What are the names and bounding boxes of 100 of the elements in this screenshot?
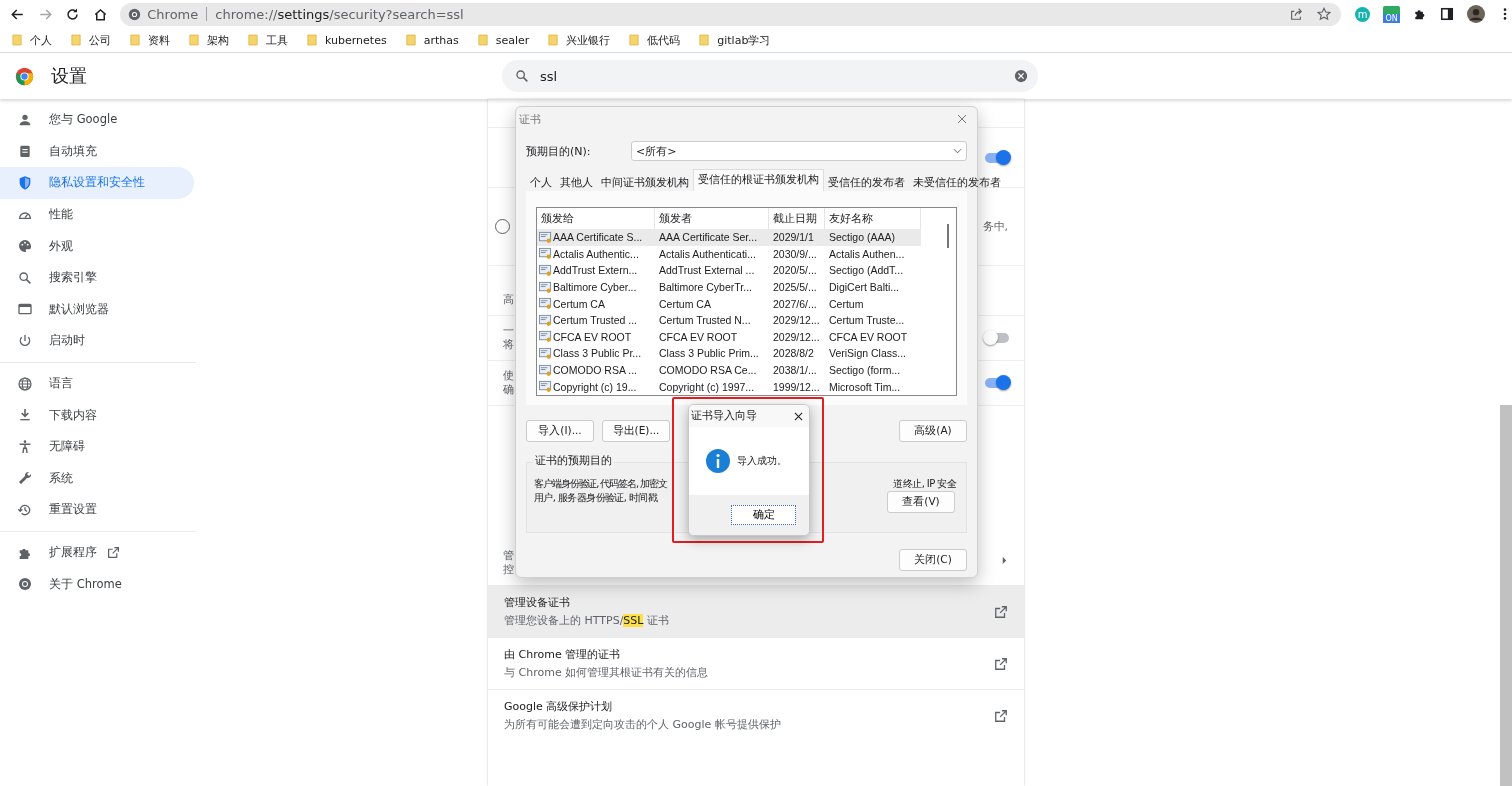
setting-text: 一 (503, 324, 514, 338)
share-icon[interactable] (1289, 7, 1303, 21)
table-cell-text: Actalis Authenticati... (658, 246, 757, 262)
search-field[interactable]: ssl (502, 60, 1038, 92)
sidebar-item[interactable]: 关于 Chrome (0, 568, 194, 600)
bookmark-item[interactable]: 兴业银行 (548, 32, 611, 48)
table-cell-text: 2028/8/2 (772, 346, 815, 362)
bookmark-item[interactable]: 公司 (71, 32, 111, 48)
bookmark-item[interactable]: gitlab学习 (699, 32, 771, 48)
toggle-switch[interactable] (985, 152, 1009, 163)
power-icon (17, 332, 33, 349)
sidebar-item[interactable]: 隐私设置和安全性 (0, 167, 194, 199)
purpose-dropdown[interactable]: <所有> (631, 141, 967, 161)
sidebar-item[interactable]: 下载内容 (0, 399, 194, 431)
bookmark-item[interactable]: 架构 (189, 32, 229, 48)
certificate-row[interactable]: Certum CA Certum CA 2027/6/... Certum (537, 295, 956, 312)
scrollbar-thumb[interactable] (1500, 405, 1512, 786)
table-cell-text: 2030/9/... (772, 246, 818, 262)
close-button[interactable]: 关闭(C) (899, 549, 967, 571)
clear-icon[interactable] (1014, 69, 1028, 83)
row-title: Google 高级保护计划 (504, 699, 614, 714)
bookmark-item[interactable]: sealer (477, 33, 530, 47)
purpose-text: 道终止, IP 安全 (893, 477, 956, 491)
table-cell-text: Certum Trusted N... (658, 313, 752, 329)
arrow-icon[interactable] (1001, 556, 1008, 565)
toggle-switch[interactable] (985, 378, 1009, 388)
sidebar-item[interactable]: 您与 Google (0, 104, 194, 136)
sidebar-item[interactable]: 重置设置 (0, 494, 194, 526)
group-title: 证书的预期目的 (533, 454, 614, 468)
table-cell-text: DigiCert Balti... (828, 280, 901, 296)
sidebar-item[interactable]: 启动时 (0, 325, 194, 357)
sidebar-item[interactable]: 默认浏览器 (0, 293, 194, 326)
folder-icon (477, 34, 488, 46)
certificate-row[interactable]: Class 3 Public Pr... Class 3 Public Prim... 2028/8/2 VeriSign Class... (537, 345, 956, 362)
sidebar-item[interactable]: 无障碍 (0, 430, 194, 463)
bookmark-item[interactable]: 资料 (130, 32, 170, 48)
tab[interactable]: 未受信任的发布者 (909, 173, 1005, 191)
certificate-row[interactable]: AddTrust Extern... AddTrust External ... 2020/5/... Sectigo (AddT... (537, 262, 956, 279)
external-link-icon[interactable] (994, 656, 1008, 671)
ok-button[interactable]: 确定 (731, 505, 796, 525)
certificate-row[interactable]: COMODO RSA ... COMODO RSA Ce... 2038/1/... Sectigo (form... (537, 361, 956, 379)
dialog-title: 证书 (519, 111, 541, 127)
sidebar-item[interactable]: 系统 (0, 462, 194, 495)
extension-button[interactable]: ON (1383, 5, 1400, 23)
certificate-row[interactable]: CFCA EV ROOT CFCA EV ROOT 2029/12... CFCA EV ROOT (537, 328, 956, 346)
shield-icon (17, 175, 33, 191)
tab[interactable]: 其他人 (556, 173, 597, 191)
table-cell-text: Sectigo (AddT... (828, 263, 905, 279)
dialog-button[interactable]: 导出(E)... (602, 420, 670, 442)
certificate-icon (539, 247, 552, 261)
sidebar-item[interactable]: 语言 (0, 367, 194, 400)
sidebar-item[interactable]: 性能 (0, 198, 194, 231)
address-bar[interactable]: Chrome chrome://settings/security?search=ssl (120, 2, 1341, 26)
certificate-icon (539, 346, 552, 360)
external-link-icon[interactable] (994, 604, 1008, 619)
setting-text: 务中, (982, 219, 1008, 234)
tab[interactable]: 受信任的根证书颁发机构 (693, 169, 824, 191)
tab[interactable]: 中间证书颁发机构 (597, 173, 693, 191)
tab[interactable]: 受信任的发布者 (824, 173, 909, 191)
table-cell-text: Class 3 Public Prim... (658, 346, 760, 362)
settings-row[interactable]: 由 Chrome 管理的证书 与 Chrome 如何管理其根证书有关的信息 (488, 637, 1024, 689)
table-cell-text: Copyright (c) 1997... (658, 379, 756, 395)
row-description: 与 Chrome 如何管理其根证书有关的信息 (504, 665, 710, 680)
view-button[interactable]: 查看(V) (887, 491, 955, 513)
table-cell-text: Certum Truste... (828, 313, 906, 329)
dialog-button[interactable]: 高级(A) (899, 420, 967, 442)
sidebar-item[interactable]: 扩展程序 (0, 536, 194, 569)
external-link-icon[interactable] (994, 708, 1008, 723)
side-panel-icon[interactable] (1440, 7, 1454, 21)
certificate-row[interactable]: Certum Trusted ... Certum Trusted N... 2029/12... Certum Truste... (537, 311, 956, 329)
sidebar-item[interactable]: 搜索引擎 (0, 261, 194, 294)
toggle-switch[interactable] (985, 333, 1009, 343)
bookmark-item[interactable]: arthas (405, 33, 459, 47)
puzzle-icon[interactable] (1413, 7, 1427, 21)
dialog-button[interactable]: 导入(I)... (526, 420, 594, 442)
table-cell: Certum Trusted ... (553, 314, 638, 327)
settings-row[interactable]: Google 高级保护计划 为所有可能会遭到定向攻击的个人 Google 帐号提供保护 (488, 689, 1024, 741)
star-icon[interactable] (1317, 7, 1331, 21)
avatar-icon[interactable] (1467, 5, 1485, 23)
scrollbar-thumb[interactable] (947, 224, 949, 248)
tab[interactable]: 个人 (526, 173, 556, 191)
table-cell-text: 2038/1/... (772, 363, 818, 379)
bookmark-item[interactable]: 个人 (12, 32, 52, 48)
bookmark-item[interactable]: 工具 (248, 32, 288, 48)
clipboard-icon (17, 143, 33, 160)
certificate-row[interactable]: Copyright (c) 19... Copyright (c) 1997... 1999/12... Microsoft Tim... (537, 378, 956, 395)
certificate-icon (539, 363, 552, 377)
certificate-row[interactable]: Baltimore Cyber... Baltimore CyberTr... 2025/5/... DigiCert Balti... (537, 278, 956, 296)
sidebar-item[interactable]: 自动填充 (0, 135, 194, 168)
external-link-icon[interactable] (107, 546, 120, 559)
folder-icon (548, 34, 559, 46)
certificate-icon (539, 297, 552, 311)
certificate-row[interactable]: Actalis Authentic... Actalis Authenticati... 2030/9/... Actalis Authen... (537, 245, 956, 263)
sidebar-item[interactable]: 外观 (0, 230, 194, 262)
certificate-row[interactable]: AAA Certificate S... AAA Certificate Ser... 2029/1/1 Sectigo (AAA) (537, 229, 956, 246)
bookmark-item[interactable]: 低代码 (629, 32, 681, 48)
close-icon[interactable] (794, 411, 803, 421)
folder-icon (130, 34, 140, 46)
bookmark-item[interactable]: kubernetes (307, 33, 387, 47)
chevron-icon (953, 148, 962, 154)
